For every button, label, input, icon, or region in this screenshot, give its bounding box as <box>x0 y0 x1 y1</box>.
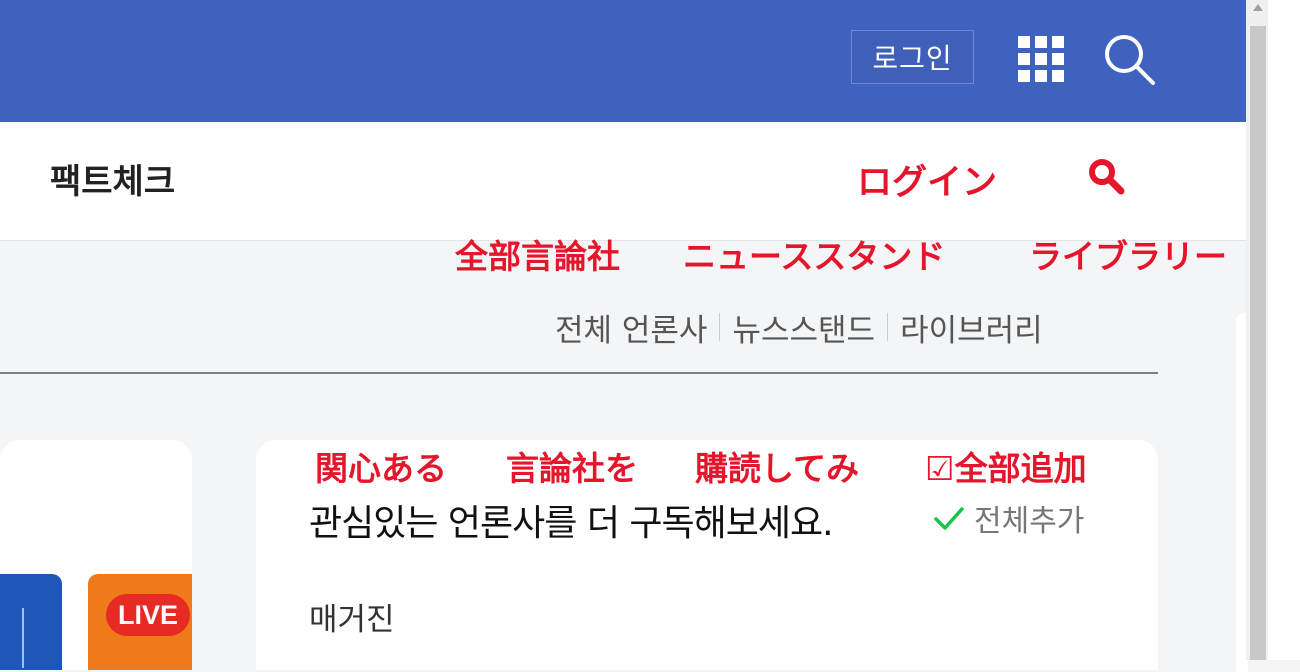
link-divider <box>719 313 721 341</box>
scrollbar-thumb[interactable] <box>1250 26 1266 660</box>
overlay-all-press: 全部言論社 <box>455 237 620 276</box>
library-link[interactable]: 라이브러리 <box>900 305 1043 350</box>
overlay-interest: 関心ある <box>315 449 447 488</box>
check-icon <box>934 507 964 530</box>
link-divider <box>887 313 889 341</box>
overlay-login-text: ログイン <box>857 163 998 203</box>
add-all-button[interactable]: 전체추가 <box>932 496 1084 540</box>
page-margin <box>1268 0 1300 660</box>
magazine-section-label: 매거진 <box>309 602 395 638</box>
newsstand-link[interactable]: 뉴스스탠드 <box>732 305 875 350</box>
add-all-label: 전체추가 <box>974 504 1085 539</box>
factcheck-tab[interactable]: 팩트체크 <box>50 154 175 203</box>
apps-grid-icon[interactable] <box>1018 36 1064 82</box>
live-badge: LIVE <box>106 594 190 636</box>
scroll-up-arrow-icon[interactable] <box>1253 4 1263 11</box>
news-card-left: LIVE <box>0 440 192 670</box>
login-button[interactable]: 로그인 <box>851 30 974 84</box>
overlay-add-all: ☑全部追加 <box>925 449 1087 488</box>
overlay-press-o: 言論社を <box>506 449 638 488</box>
news-thumbnail[interactable] <box>0 574 62 670</box>
divider-line <box>0 372 1158 374</box>
subscribe-card-title: 관심있는 언론사를 더 구독해보세요. <box>309 503 834 544</box>
overlay-search-icon <box>1089 159 1125 195</box>
search-icon[interactable] <box>1100 30 1158 88</box>
sub-navigation-bar <box>0 122 1246 241</box>
overlay-subscribe: 購読してみ <box>695 449 860 488</box>
overlay-newsstand: ニューススタンド <box>683 237 946 276</box>
all-press-link[interactable]: 전체 언론사 <box>555 305 707 350</box>
press-links: 전체 언론사 뉴스스탠드 라이브러리 <box>555 305 1043 350</box>
live-thumbnail[interactable]: LIVE <box>88 574 192 670</box>
top-header-bar: 로그인 <box>0 0 1246 122</box>
overlay-library: ライブラリー <box>1029 237 1227 276</box>
